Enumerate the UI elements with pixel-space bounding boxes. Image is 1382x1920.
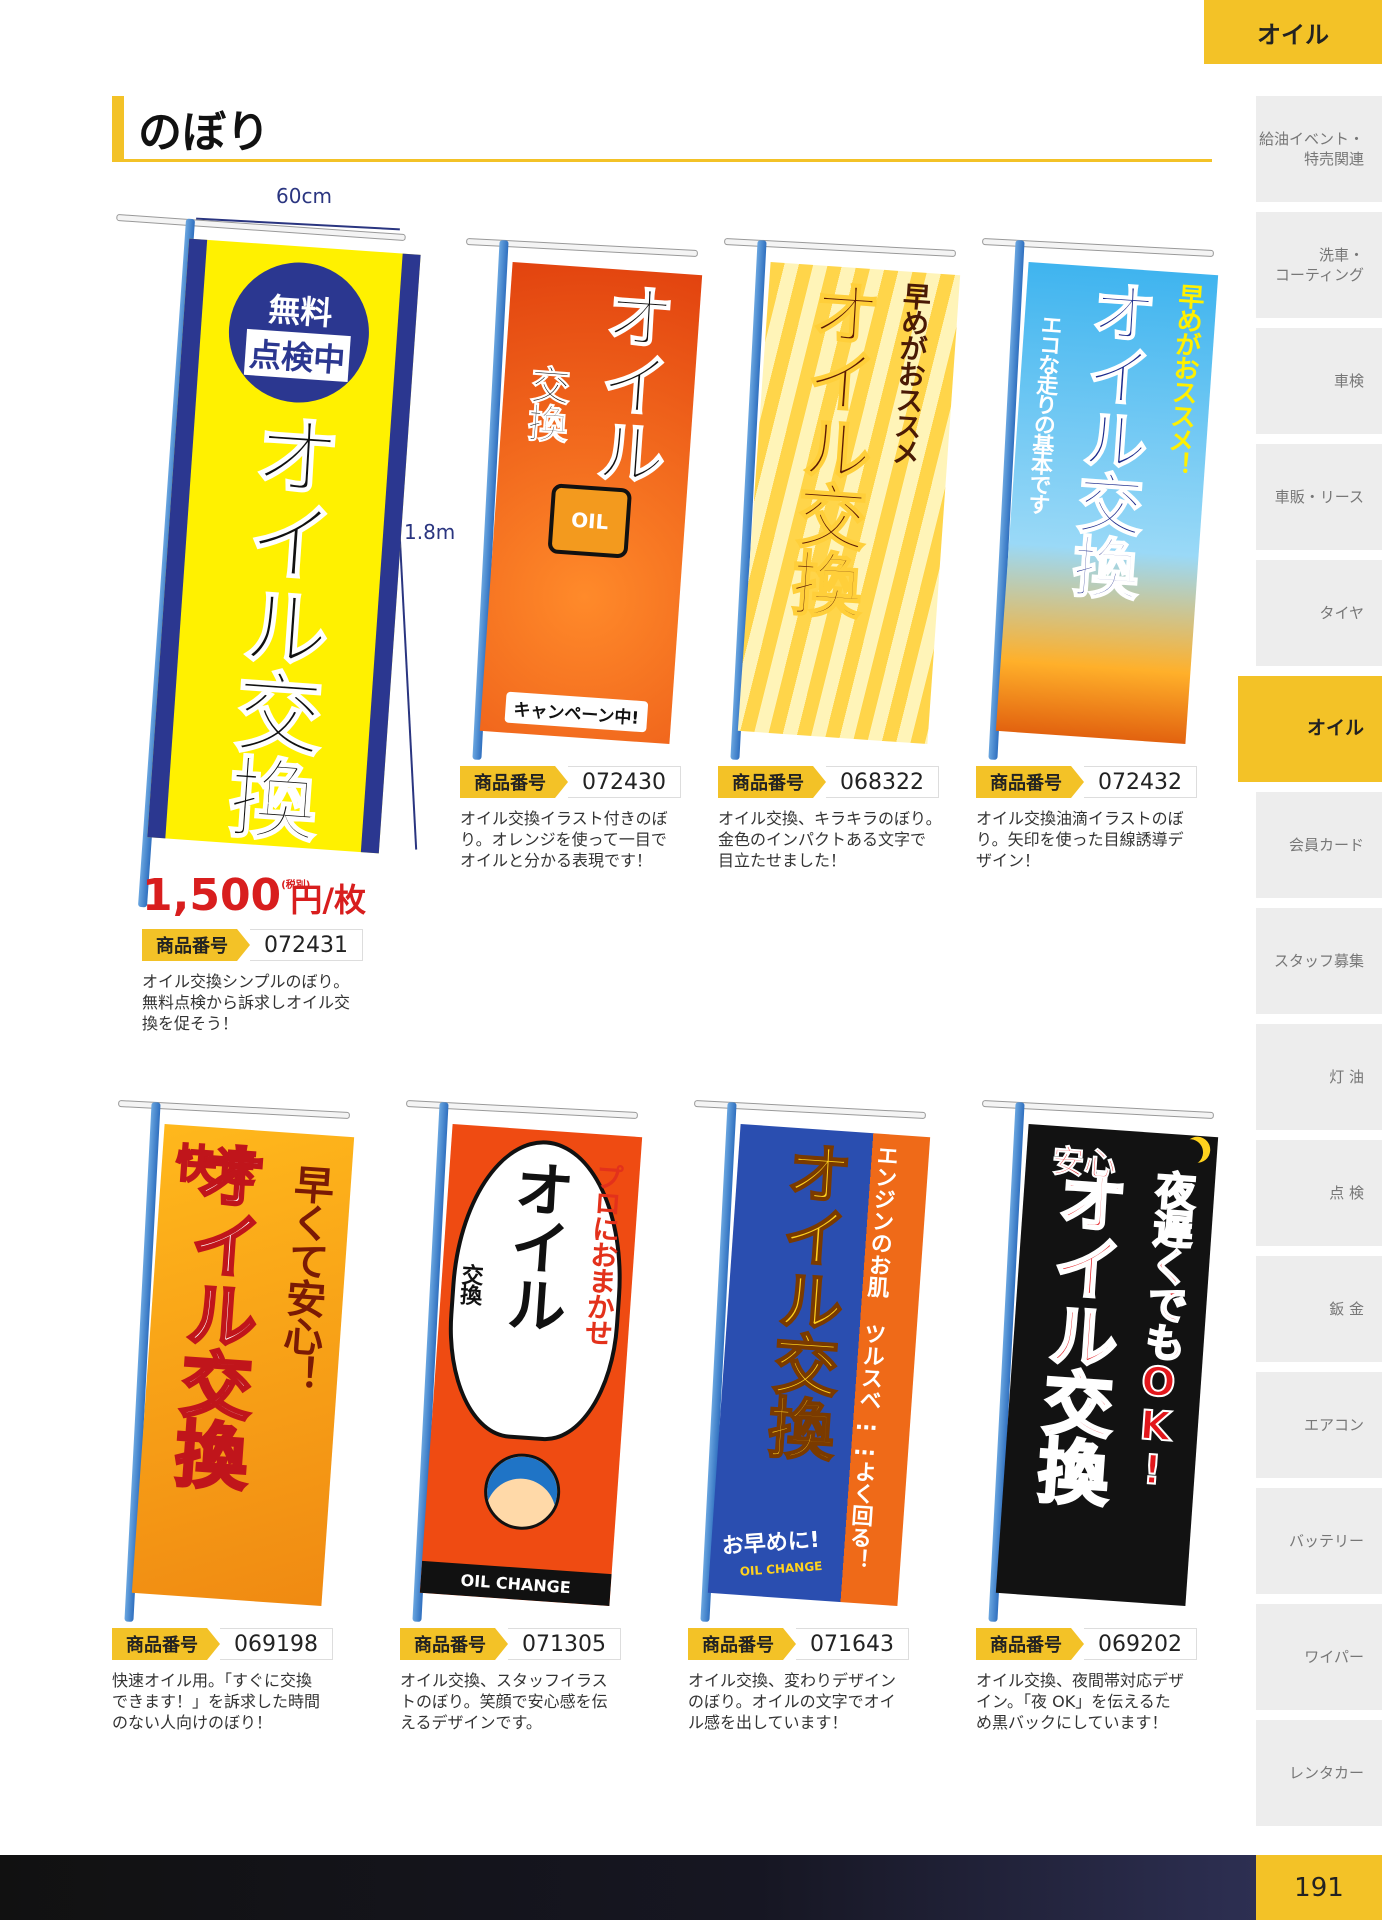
index-tab-staff[interactable]: スタッフ募集 (1256, 908, 1382, 1014)
product-072432: 早めがおススメ！ オイル交換 エコな走りの基本です 商品番号 072432 オイ… (976, 237, 1219, 871)
product-description: オイル交換イラスト付きのぼ り。オレンジを使って一目で オイルと分かる表現です！ (460, 809, 668, 870)
featured-product-info: 1,500 (税別) 円/枚 商品番号 072431 オイル交換シンプルのぼり。… (142, 870, 442, 1034)
product-069202: 夜遅くでもOK! オイル交換 安心 商品番号 069202 オイル交換、夜間帯対… (976, 1099, 1219, 1733)
product-code: 商品番号 069202 (976, 1628, 1216, 1660)
price: 1,500 (税別) 円/枚 (142, 870, 367, 921)
category-index: 給油イベント・ 特売関連 洗車・ コーティング 車検 車販・リース タイヤ オイ… (1238, 96, 1382, 1836)
featured-banner: 無料 点検中 オイル交換 (112, 213, 421, 918)
product-description: オイル交換シンプルのぼり。 無料点検から訴求しオイル交 換を促そう！ (142, 972, 351, 1033)
index-tab-aircon[interactable]: エアコン (1256, 1372, 1382, 1478)
product-071643: エンジンのお肌 ツルスベ……よく回る！ オイル交換 お早めに! OIL CHAN… (688, 1099, 931, 1733)
product-code: 商品番号 072432 (976, 766, 1216, 798)
product-069198: 早くて安心！ オイル交換 快速 商品番号 069198 快速オイル用。「すぐに交… (112, 1099, 355, 1733)
index-tab-inspection[interactable]: 車検 (1256, 328, 1382, 434)
top-rod (116, 213, 406, 242)
index-tab-battery[interactable]: バッテリー (1256, 1488, 1382, 1594)
product-071305: プロにおまかせ オイル 交換 OIL CHANGE 商品番号 071305 オイ… (400, 1099, 643, 1733)
speech-bubble: プロにおまかせ オイル 交換 (440, 1134, 632, 1446)
index-tab-events[interactable]: 給油イベント・ 特売関連 (1256, 96, 1382, 202)
product-072430: オイル 交換 OIL キャンペーン中! 商品番号 072430 オイル交換イラス… (460, 237, 703, 871)
product-code: 商品番号 072430 (460, 766, 700, 798)
index-tab-member-card[interactable]: 会員カード (1256, 792, 1382, 898)
product-description: 快速オイル用。「すぐに交換 できます！」を訴求した時間 のない人向けのぼり！ (112, 1671, 321, 1732)
product-code: 商品番号 071643 (688, 1628, 928, 1660)
section-header: オイル (1204, 0, 1382, 64)
product-code: 商品番号 068322 (718, 766, 958, 798)
product-code: 商品番号 069198 (112, 1628, 352, 1660)
flag-main-text: オイル交換 (211, 406, 346, 844)
oil-can-icon: OIL (547, 483, 633, 559)
product-description: オイル交換油滴イラストのぼ り。矢印を使った目線誘導デ ザイン！ (976, 809, 1184, 870)
index-tab-oil[interactable]: オイル (1238, 676, 1382, 782)
index-tab-carwash[interactable]: 洗車・ コーティング (1256, 212, 1382, 318)
product-code: 商品番号 072431 (142, 929, 442, 961)
index-tab-sales-lease[interactable]: 車販・リース (1256, 444, 1382, 550)
product-description: オイル交換、夜間帯対応デザ イン。「夜 OK」を伝えるた め黒バックにしています… (976, 1671, 1185, 1732)
index-tab-kerosene[interactable]: 灯 油 (1256, 1024, 1382, 1130)
product-068322: 早めがおススメ オイル交換 商品番号 068322 オイル交換、キラキラのぼり。… (718, 237, 961, 871)
moon-icon (1176, 1138, 1204, 1166)
index-tab-rental[interactable]: レンタカー (1256, 1720, 1382, 1826)
product-code: 商品番号 071305 (400, 1628, 640, 1660)
index-tab-bodywork[interactable]: 鈑 金 (1256, 1256, 1382, 1362)
page-title: のぼり (112, 96, 1212, 162)
free-check-badge: 無料 点検中 (224, 257, 374, 408)
footer-bar (0, 1855, 1256, 1920)
height-dimension-label: 1.8m (404, 520, 456, 544)
staff-face-icon (481, 1451, 563, 1533)
product-description: オイル交換、スタッフイラス トのぼり。笑顔で安心感を伝 えるデザインです。 (400, 1671, 608, 1732)
page-number: 191 (1256, 1855, 1382, 1920)
index-tab-wiper[interactable]: ワイパー (1256, 1604, 1382, 1710)
index-tab-tires[interactable]: タイヤ (1256, 560, 1382, 666)
width-dimension-label: 60cm (276, 184, 332, 208)
index-tab-check[interactable]: 点 検 (1256, 1140, 1382, 1246)
flag-072431: 無料 点検中 オイル交換 (147, 238, 421, 854)
product-description: オイル交換、キラキラのぼり。 金色のインパクトある文字で 目立たせました！ (718, 809, 942, 870)
product-description: オイル交換、変わりデザイン のぼり。オイルの文字でオイ ル感を出しています！ (688, 1671, 897, 1732)
